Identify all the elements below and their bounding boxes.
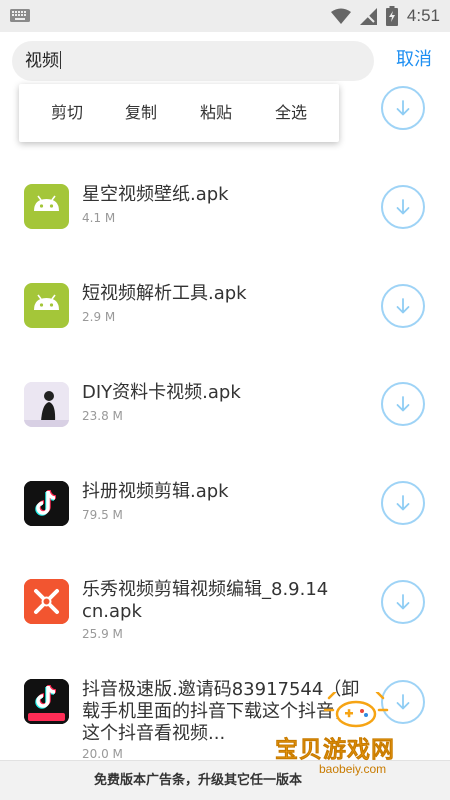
- download-button[interactable]: [381, 382, 425, 426]
- search-query: 视频: [25, 51, 59, 71]
- download-button[interactable]: [381, 481, 425, 525]
- photo-thumbnail: [24, 382, 69, 427]
- search-input[interactable]: 视频: [12, 41, 374, 81]
- download-arrow-icon: [396, 495, 410, 511]
- status-bar: 4:51: [0, 0, 450, 32]
- download-arrow-icon: [396, 396, 410, 412]
- wifi-icon: [330, 8, 351, 24]
- file-name-line2: cn.apk: [82, 601, 142, 622]
- file-name: 星空视频壁纸.apk: [82, 184, 229, 205]
- android-icon: [24, 283, 69, 328]
- download-button[interactable]: [381, 185, 425, 229]
- file-name: 短视频解析工具.apk: [82, 283, 247, 304]
- site-watermark: 宝贝游戏网 baobeiy.com: [275, 690, 450, 780]
- watermark-title: 宝贝游戏网: [275, 737, 395, 764]
- keyboard-icon: [10, 9, 30, 22]
- paste-menu-item[interactable]: 粘贴: [200, 102, 232, 124]
- file-size: 4.1 M: [82, 211, 116, 225]
- cancel-button[interactable]: 取消: [396, 49, 432, 71]
- copy-menu-item[interactable]: 复制: [125, 102, 157, 124]
- download-arrow-icon: [396, 594, 410, 610]
- tiktok-icon: [24, 481, 69, 526]
- download-arrow-icon: [396, 298, 410, 314]
- status-time: 4:51: [406, 6, 440, 25]
- download-button[interactable]: [381, 284, 425, 328]
- search-query-wrapper: 视频: [25, 50, 61, 72]
- file-size: 2.9 M: [82, 310, 116, 324]
- ad-banner-text: 免费版本广告条，升级其它任一版本: [94, 773, 303, 788]
- download-button[interactable]: [381, 580, 425, 624]
- file-size: 25.9 M: [82, 627, 123, 641]
- file-name-line1: 乐秀视频剪辑视频编辑_8.9.14: [82, 579, 329, 600]
- download-button[interactable]: [381, 86, 425, 130]
- gamepad-icon: [323, 692, 389, 728]
- download-arrow-icon: [396, 199, 410, 215]
- text-context-menu: 剪切 复制 粘贴 全选: [19, 84, 339, 142]
- signal-icon: [359, 7, 377, 25]
- file-name: 抖册视频剪辑.apk: [82, 481, 229, 502]
- android-icon: [24, 184, 69, 229]
- text-caret: [60, 51, 61, 69]
- file-name: DIY资料卡视频.apk: [82, 382, 241, 403]
- tiktok-lite-icon: [24, 679, 69, 724]
- select-all-menu-item[interactable]: 全选: [275, 102, 307, 124]
- battery-icon: [385, 6, 398, 26]
- cut-menu-item[interactable]: 剪切: [51, 102, 83, 124]
- download-arrow-icon: [396, 100, 410, 116]
- file-size: 79.5 M: [82, 508, 123, 522]
- file-size: 23.8 M: [82, 409, 123, 423]
- lexiu-icon: [24, 579, 69, 624]
- watermark-url: baobeiy.com: [319, 762, 387, 776]
